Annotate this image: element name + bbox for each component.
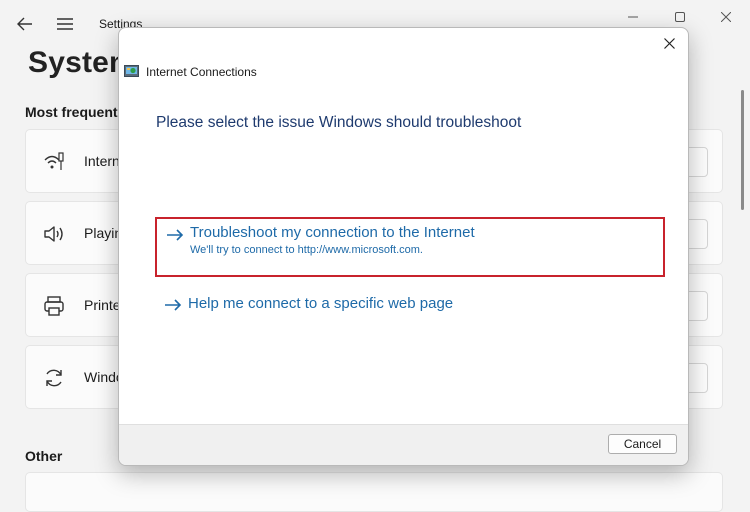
card-label: Intern <box>84 153 120 169</box>
dialog-title: Internet Connections <box>146 65 257 79</box>
network-troubleshooter-icon <box>124 65 139 77</box>
close-icon <box>721 12 731 22</box>
section-other: Other <box>25 448 63 464</box>
dialog-close-button[interactable] <box>656 32 682 54</box>
card-label: Playin <box>84 225 123 241</box>
scrollbar[interactable] <box>741 90 744 210</box>
sync-icon <box>46 369 62 387</box>
dialog-heading: Please select the issue Windows should t… <box>156 114 522 131</box>
internet-connections-dialog: Internet Connections Please select the i… <box>118 27 689 466</box>
arrow-right-icon <box>167 229 184 241</box>
dialog-footer: Cancel <box>119 424 688 465</box>
hamburger-menu-icon <box>57 18 73 30</box>
option-title: Troubleshoot my connection to the Intern… <box>190 224 475 241</box>
close-icon <box>663 37 675 49</box>
option-subtitle: We'll try to connect to http://www.micro… <box>190 244 423 256</box>
maximize-button[interactable] <box>660 6 700 28</box>
minimize-button[interactable] <box>613 6 653 28</box>
maximize-icon <box>675 12 685 22</box>
close-window-button[interactable] <box>706 6 746 28</box>
back-button[interactable] <box>11 10 39 38</box>
minimize-icon <box>628 16 638 18</box>
option-connect-specific-web-page[interactable]: Help me connect to a specific web page <box>155 291 665 321</box>
option-troubleshoot-internet-connection[interactable]: Troubleshoot my connection to the Intern… <box>155 217 665 277</box>
menu-button[interactable] <box>51 10 79 38</box>
printer-icon <box>44 296 64 316</box>
speaker-icon <box>44 226 63 242</box>
option-title: Help me connect to a specific web page <box>188 295 454 312</box>
section-most-frequent: Most frequent <box>25 104 118 120</box>
other-card[interactable] <box>25 472 723 512</box>
cancel-button[interactable]: Cancel <box>608 434 677 454</box>
back-arrow-icon <box>17 17 32 31</box>
arrow-right-icon <box>165 299 182 311</box>
card-label: Printe <box>84 297 121 313</box>
wifi-network-icon <box>44 152 64 170</box>
